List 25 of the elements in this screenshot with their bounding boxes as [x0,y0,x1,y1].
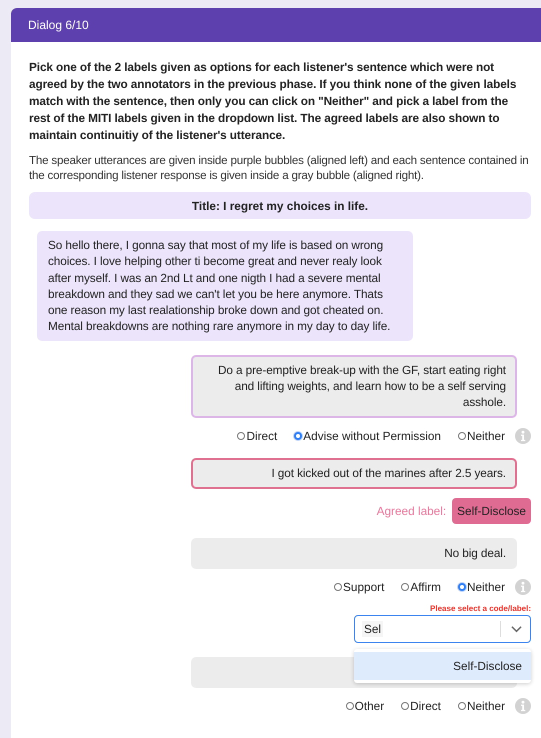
info-icon[interactable] [515,578,531,595]
agreed-label-caption: Agreed label: [376,504,446,518]
label-radio[interactable]: Neither [458,698,505,713]
note-text: The speaker utterances are given inside purple bubbles (aligned left) and each sentence contained in the corresponding listener response is given inside a gray bubble (aligned right). [29,153,530,183]
instructions-text: Pick one of the 2 labels given as options for each listener's sentence which were not agreed by the two annotators in the previous phase. If you think none of the given labels match with the sentence, then only you can click on "Neither" and pick a label from the rest of the MITI labels given in the dropdown list. The agreed labels are also shown to maintain continuitiy of the listener's utterance. [29,59,518,144]
info-icon[interactable] [515,428,531,444]
label-radio[interactable]: Direct [237,428,278,443]
agreed-label-tag: Self-Disclose [452,498,531,524]
dropdown-option[interactable]: Self-Disclose [354,652,531,680]
listener-text: I got kicked out of the marines after 2.5 years. [271,465,506,482]
label-radio[interactable]: Neither [458,580,505,594]
label-radio[interactable]: Advise without Permission [294,428,441,443]
label-radio[interactable]: Neither [458,428,505,443]
listener-text: No big deal. [444,545,506,562]
dialog-topic-title: Title: I regret my choices in life. [192,198,368,212]
label-radio[interactable]: Affirm [401,580,441,594]
speaker-text: So hello there, I gonna say that most of my life is based on wrong choices. I love helping other ti become great and never realy look after myself. I was an 2nd Lt and one nigth I had a severe mental breakdown and they sad we can't let you be here anymore. Thats one reason my last realationship broke down and got cheated on. Mental breakdowns are nothing rare anymore in my day to day life. [48,238,390,334]
label-radio[interactable]: Other [346,698,384,713]
warning-text: Please select a code/label: [430,604,531,613]
info-icon[interactable] [515,698,531,714]
listener-text: Do a pre-emptive break-up with the GF, start eating right and lifting weights, and learn how to be a self serving asshole. [216,362,506,411]
chevron-down-icon [511,624,522,633]
label-radio[interactable]: Support [334,580,384,594]
label-radio[interactable]: Direct [401,698,441,713]
dialog-title: Dialog 6/10 [28,18,89,32]
